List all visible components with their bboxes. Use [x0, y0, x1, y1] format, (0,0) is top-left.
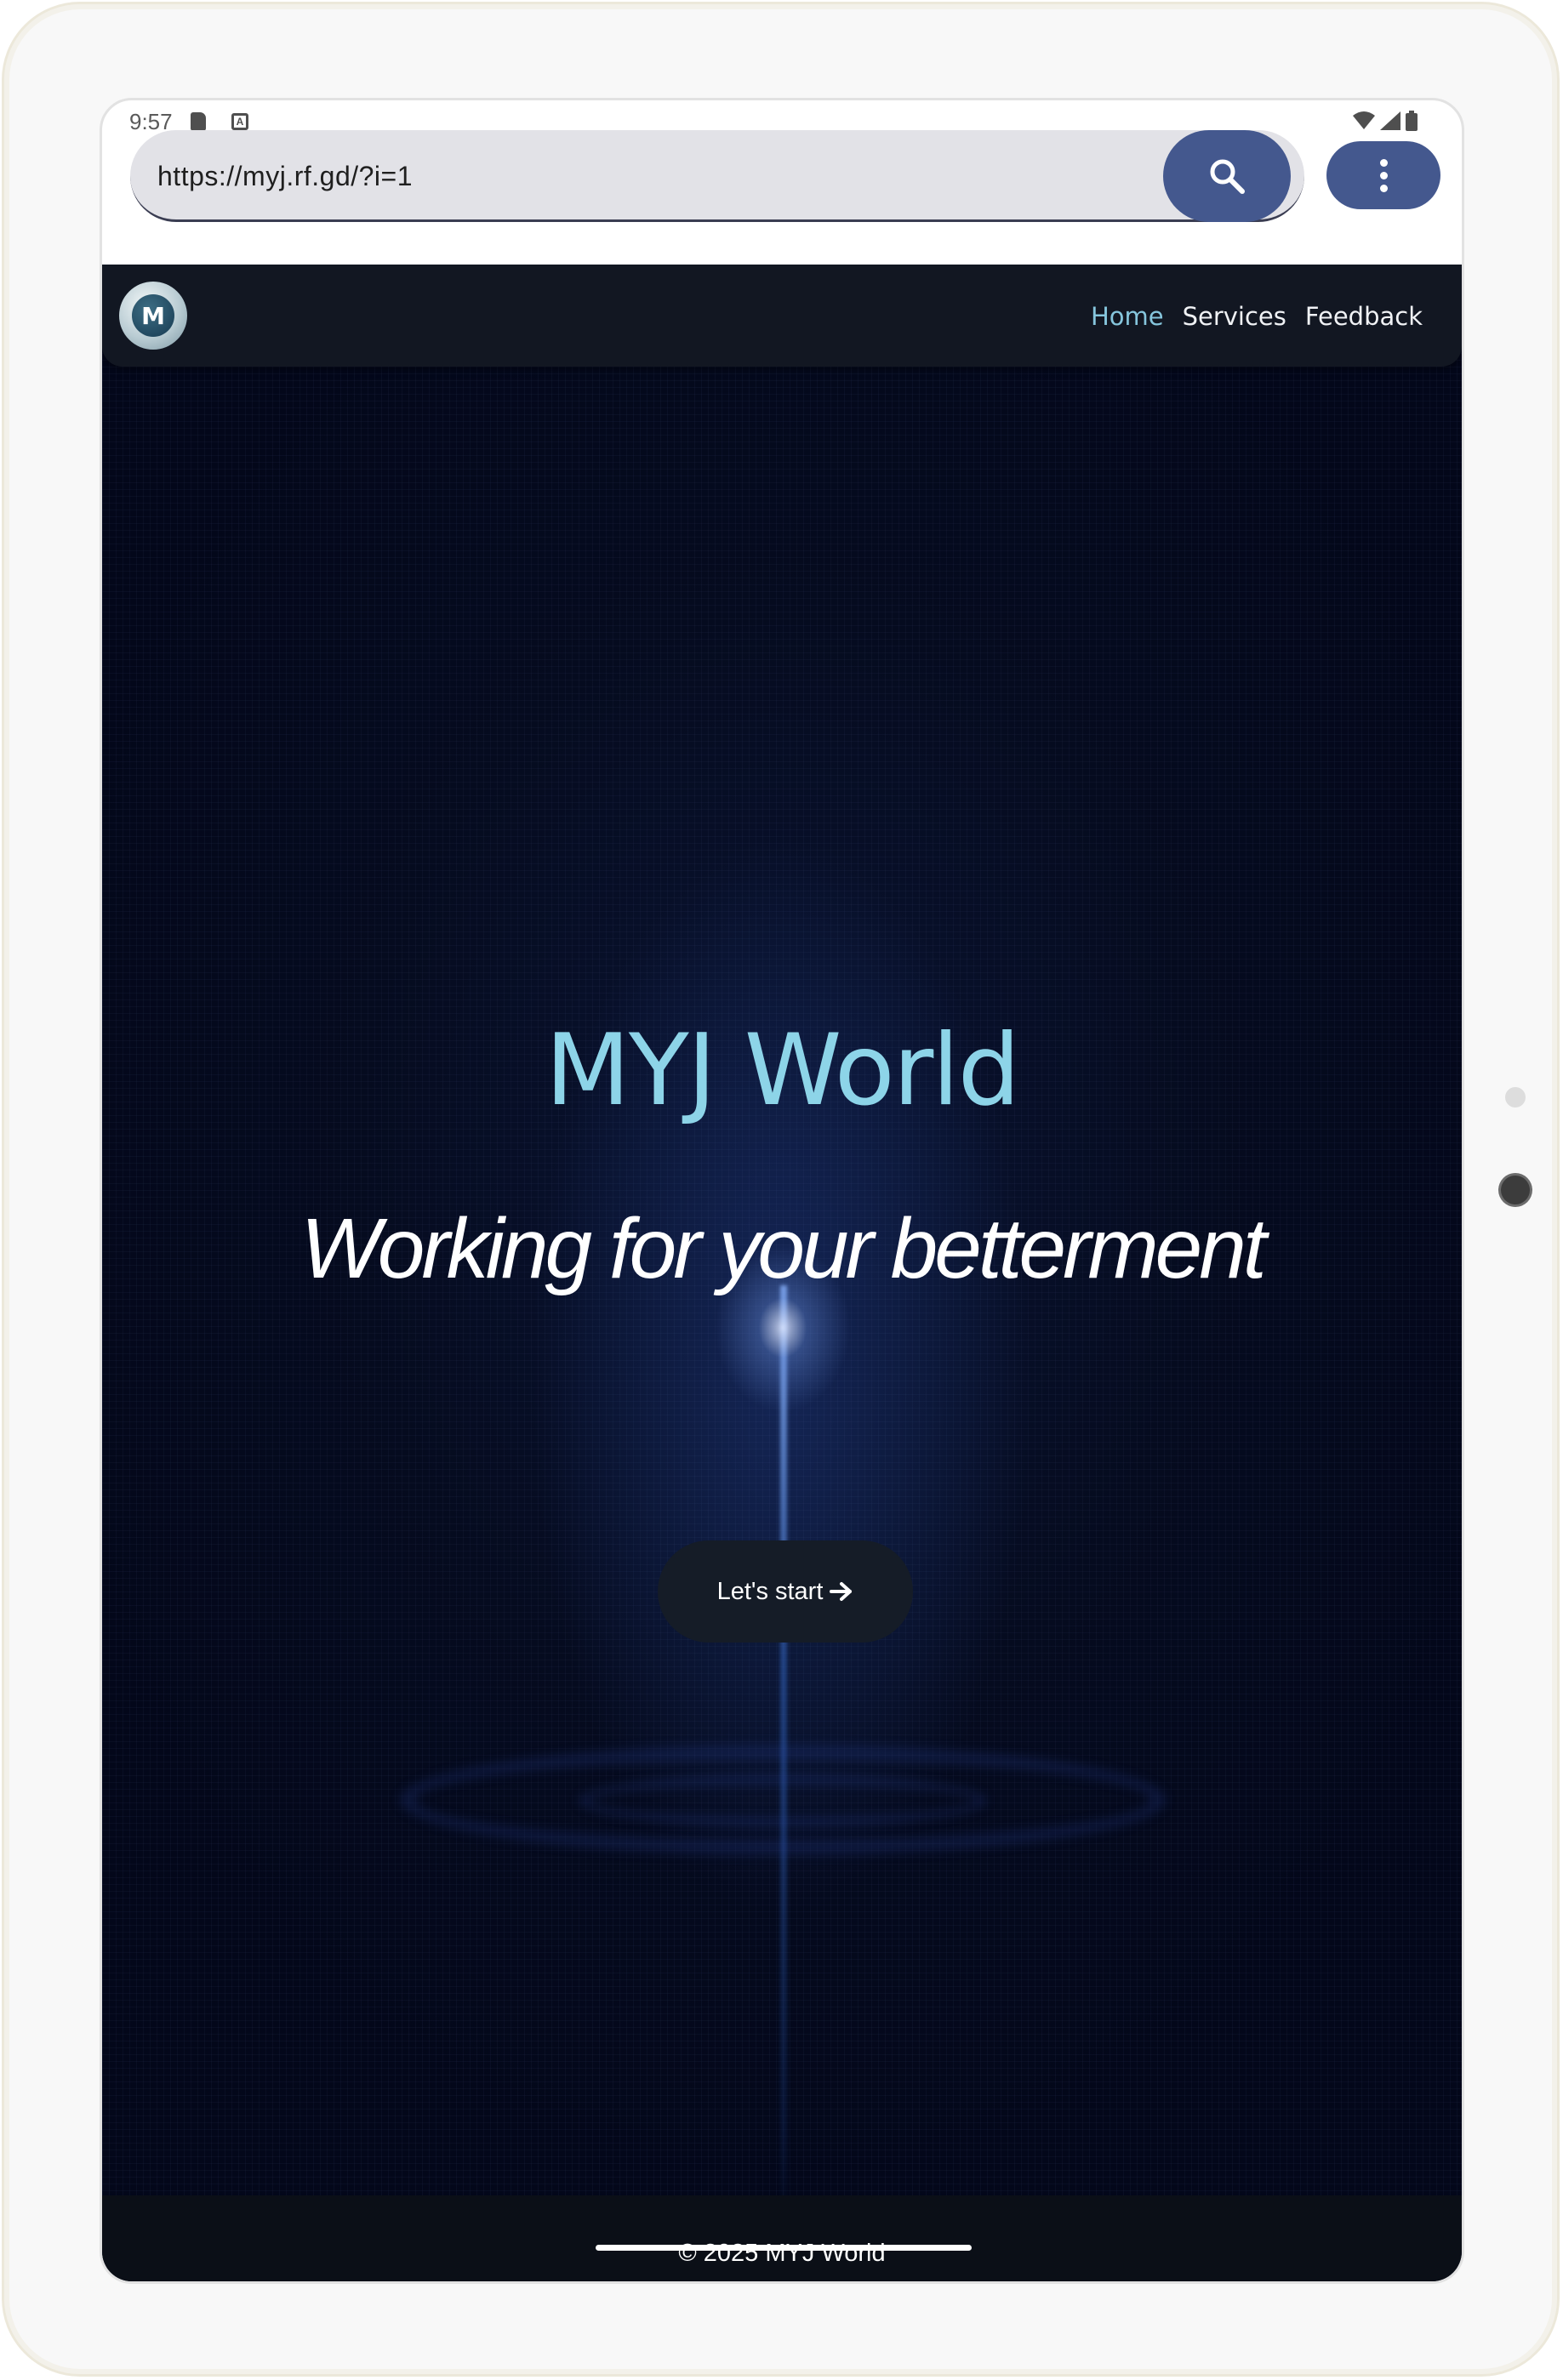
- nav-links: Home Services Feedback: [1091, 302, 1423, 331]
- logo-letter: M: [132, 294, 174, 337]
- more-vert-dot: [1379, 171, 1388, 179]
- more-menu-button[interactable]: [1326, 141, 1440, 209]
- nav-link-feedback[interactable]: Feedback: [1305, 302, 1423, 331]
- sd-card-icon: [191, 112, 206, 131]
- cta-label: Let's start: [716, 1577, 824, 1605]
- site-navbar: M Home Services Feedback: [102, 265, 1462, 367]
- ripple-inner: [579, 1774, 987, 1827]
- status-bar: 9:57 A: [102, 100, 1462, 134]
- hero-title: MYJ World: [545, 1013, 1020, 1128]
- lets-start-button[interactable]: Let's start: [658, 1540, 913, 1643]
- search-icon: [1210, 159, 1245, 194]
- more-vert-icon: [1379, 158, 1388, 167]
- address-bar[interactable]: https://myj.rf.gd/?i=1: [130, 130, 1304, 222]
- site-logo[interactable]: M: [119, 282, 187, 350]
- signal-icon: [1380, 111, 1400, 130]
- search-button[interactable]: [1163, 130, 1291, 222]
- footer-copyright: © 2025 MYJ World: [678, 2240, 886, 2267]
- camera-icon: [1501, 1176, 1530, 1204]
- nav-link-home[interactable]: Home: [1091, 302, 1164, 331]
- status-icons: [1353, 111, 1418, 131]
- web-page: M Home Services Feedback MYJ World Worki…: [102, 265, 1462, 2281]
- home-indicator[interactable]: [596, 2245, 972, 2251]
- wifi-icon: [1353, 111, 1375, 129]
- nav-link-services[interactable]: Services: [1183, 302, 1286, 331]
- screen: 9:57 A https://myj.rf.gd/?i=1 M Home Ser…: [100, 98, 1464, 2284]
- site-footer: © 2025 MYJ World: [102, 2195, 1462, 2281]
- battery-icon: [1406, 111, 1418, 131]
- hero-subtitle: Working for your betterment: [300, 1201, 1266, 1296]
- url-text[interactable]: https://myj.rf.gd/?i=1: [157, 161, 413, 192]
- sensor-dot: [1505, 1087, 1526, 1107]
- a-icon: A: [231, 113, 248, 130]
- more-vert-dot: [1379, 184, 1388, 192]
- arrow-right-icon: [830, 1582, 853, 1601]
